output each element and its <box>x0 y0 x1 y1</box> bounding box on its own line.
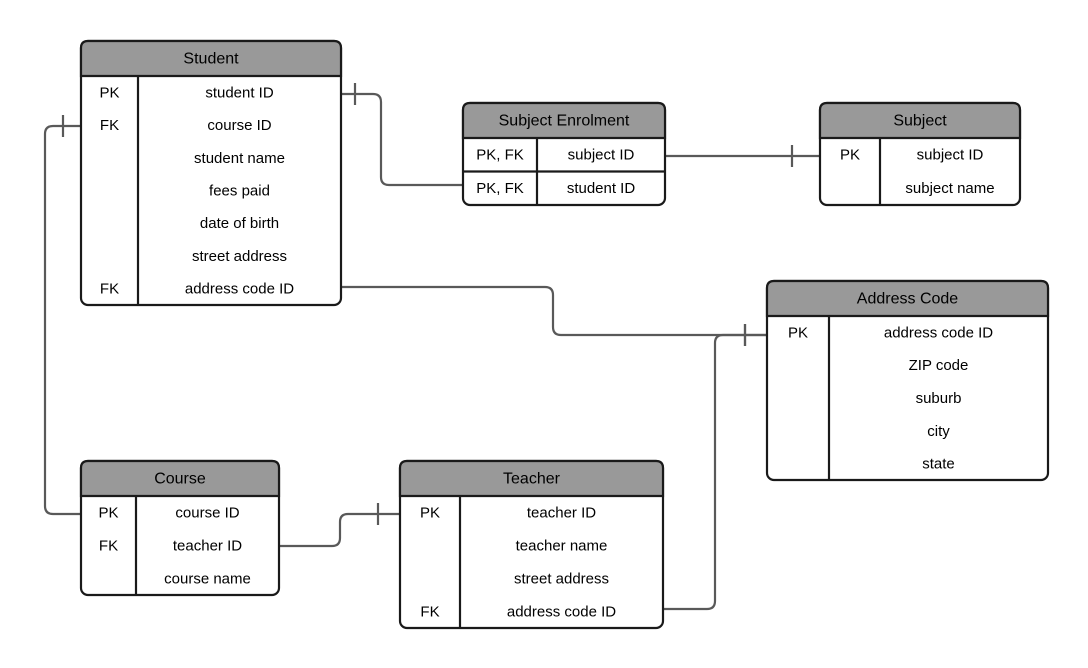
entity-title: Student <box>183 51 239 68</box>
relationship-subject-enrolment-subject[interactable] <box>641 144 820 168</box>
entity-title: Subject Enrolment <box>499 113 630 130</box>
row-attribute-label: state <box>922 456 955 473</box>
row-attribute-label: subject ID <box>917 147 984 164</box>
entity-subject-enrolment[interactable]: Subject Enrolment PK, FK subject ID PK, FK s… <box>461 101 667 207</box>
row-attribute-label: street address <box>192 248 287 265</box>
row-attribute-label: teacher ID <box>173 537 242 554</box>
row-attribute-label: teacher name <box>516 537 608 554</box>
entity-row[interactable]: state <box>922 456 955 473</box>
row-attribute-label: ZIP code <box>909 357 969 374</box>
row-attribute-label: student ID <box>567 180 636 197</box>
row-attribute-label: city <box>927 423 950 440</box>
row-key-label: FK <box>420 603 439 620</box>
relationship-line <box>43 124 81 516</box>
relationship-line <box>663 333 767 611</box>
row-attribute-label: student name <box>194 150 285 167</box>
row-key-label: PK <box>98 504 118 521</box>
entity-row[interactable]: subject name <box>905 180 994 197</box>
row-attribute-label: teacher ID <box>527 504 596 521</box>
entity-row[interactable]: course name <box>164 570 251 587</box>
entity-row[interactable]: teacher name <box>516 537 608 554</box>
row-key-label: PK, FK <box>476 180 524 197</box>
entity-subject[interactable]: Subject PK subject ID subject name <box>818 101 1022 207</box>
row-attribute-label: date of birth <box>200 215 279 232</box>
row-attribute-label: student ID <box>205 84 274 101</box>
relationship-line <box>279 512 400 548</box>
relationship-line <box>341 285 767 337</box>
entity-row[interactable]: suburb <box>916 390 962 407</box>
entity-title: Address Code <box>857 291 958 308</box>
row-key-label: PK <box>420 504 440 521</box>
entity-teacher[interactable]: Teacher PK teacher ID teacher name street ad… <box>398 459 665 630</box>
row-key-label: PK <box>840 147 860 164</box>
row-attribute-label: fees paid <box>209 182 270 199</box>
relationship-line <box>341 92 463 187</box>
entity-body <box>79 39 343 307</box>
row-key-label: PK <box>788 324 808 341</box>
er-diagram-canvas: Student PK student ID FK course ID student na… <box>43 39 1050 630</box>
row-attribute-label: address code ID <box>507 603 616 620</box>
entity-address-code[interactable]: Address Code PK address code ID ZIP code sub… <box>765 279 1050 482</box>
entity-row[interactable]: student name <box>194 150 285 167</box>
entity-row[interactable]: ZIP code <box>909 357 969 374</box>
row-key-label: PK, FK <box>476 147 524 164</box>
row-attribute-label: course ID <box>207 117 271 134</box>
row-attribute-label: course ID <box>175 504 239 521</box>
row-attribute-label: address code ID <box>185 281 294 298</box>
entity-row[interactable]: city <box>927 423 950 440</box>
entity-row[interactable]: fees paid <box>209 182 270 199</box>
row-key-label: FK <box>99 537 118 554</box>
entity-title: Subject <box>893 113 947 130</box>
entity-row[interactable]: street address <box>514 570 609 587</box>
entity-title: Course <box>154 471 206 488</box>
row-attribute-label: course name <box>164 570 251 587</box>
row-attribute-label: address code ID <box>884 324 993 341</box>
row-key-label: FK <box>100 117 119 134</box>
row-attribute-label: suburb <box>916 390 962 407</box>
entity-student[interactable]: Student PK student ID FK course ID student na… <box>79 39 343 307</box>
row-attribute-label: street address <box>514 570 609 587</box>
row-key-label: PK <box>99 84 119 101</box>
entity-title: Teacher <box>503 471 561 488</box>
row-key-label: FK <box>100 281 119 298</box>
er-diagram: Student PK student ID FK course ID student na… <box>0 0 1088 668</box>
relationship-student-address-code[interactable] <box>317 275 767 346</box>
row-attribute-label: subject ID <box>568 147 635 164</box>
row-attribute-label: subject name <box>905 180 994 197</box>
entity-row[interactable]: date of birth <box>200 215 279 232</box>
entity-row[interactable]: street address <box>192 248 287 265</box>
entity-course[interactable]: Course PK course ID FK teacher ID course name <box>79 459 281 597</box>
